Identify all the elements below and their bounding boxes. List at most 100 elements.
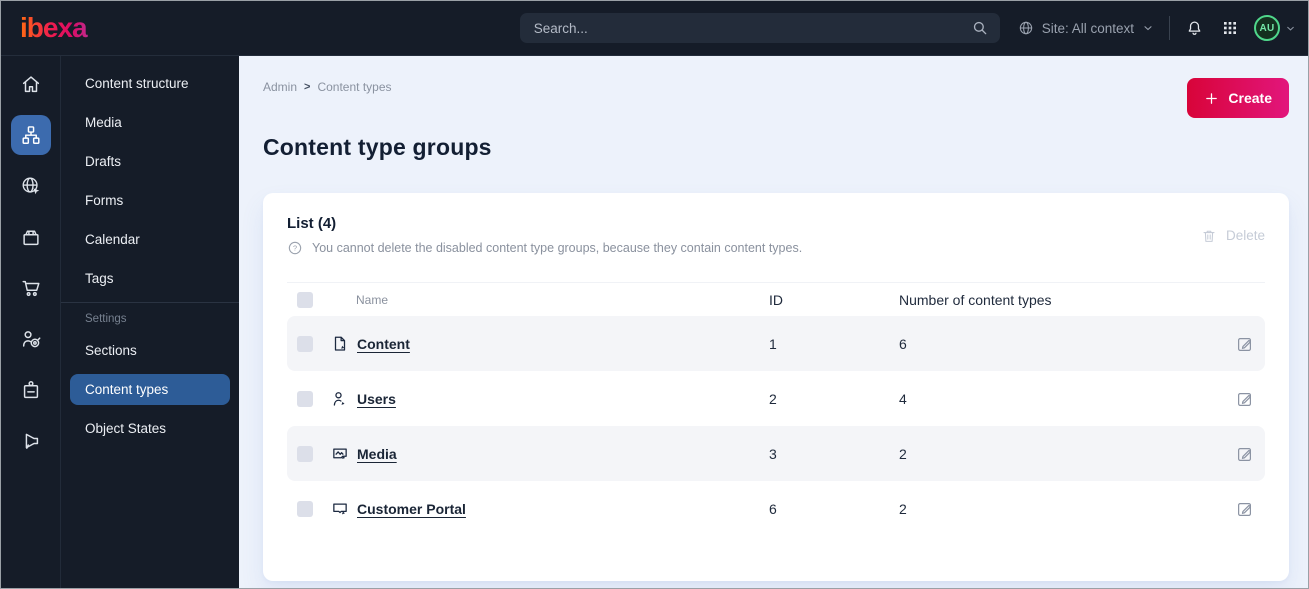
rail-item-product-catalog[interactable] — [11, 217, 51, 257]
notifications-button[interactable] — [1185, 19, 1204, 38]
group-link-content[interactable]: Content — [357, 336, 410, 352]
site-icon — [22, 177, 39, 195]
rail-item-commerce[interactable] — [11, 268, 51, 308]
chevron-down-icon — [1287, 26, 1294, 31]
group-id: 6 — [769, 500, 777, 517]
column-header-id: ID — [769, 291, 783, 308]
avatar[interactable]: AU — [1254, 15, 1280, 41]
sidebar-item-sections[interactable]: Sections — [70, 335, 230, 366]
users-person-icon — [333, 391, 345, 406]
sidebar-item-object-states[interactable]: Object States — [70, 413, 230, 444]
rail-item-corporate[interactable] — [11, 370, 51, 410]
topbar-divider — [1169, 16, 1170, 40]
rail-item-customers[interactable] — [11, 319, 51, 359]
row-checkbox[interactable] — [297, 335, 313, 352]
row-checkbox[interactable] — [297, 445, 313, 462]
breadcrumb-item-content-types: Content types — [317, 80, 392, 94]
column-header-name: Name — [356, 292, 389, 307]
breadcrumb: Admin > Content types — [263, 78, 392, 94]
company-badge-icon — [23, 381, 38, 399]
breadcrumb-item-admin[interactable]: Admin — [263, 80, 297, 94]
row-checkbox[interactable] — [297, 500, 313, 517]
edit-icon — [1238, 447, 1251, 461]
content-structure-icon — [21, 126, 40, 144]
sidebar-item-drafts[interactable]: Drafts — [70, 146, 230, 177]
site-context-label: Site: All context — [1041, 20, 1134, 36]
site-context-selector[interactable]: Site: All context — [1018, 20, 1154, 36]
commerce-cart-icon — [21, 280, 40, 297]
content-type-groups-table: Name ID Number of content types Content … — [287, 282, 1265, 536]
breadcrumb-separator: > — [304, 81, 311, 93]
group-link-users[interactable]: Users — [357, 391, 396, 407]
table-header-row: Name ID Number of content types — [287, 282, 1265, 316]
edit-button[interactable] — [1225, 390, 1265, 408]
group-count: 2 — [899, 500, 907, 517]
select-all-checkbox[interactable] — [297, 291, 313, 308]
user-menu[interactable]: AU — [1254, 15, 1296, 41]
plus-icon — [1206, 92, 1218, 104]
rail-item-home[interactable] — [11, 64, 51, 104]
rail-item-site[interactable] — [11, 166, 51, 206]
list-title: List (4) — [287, 215, 337, 232]
edit-button[interactable] — [1225, 445, 1265, 463]
sidebar-item-tags[interactable]: Tags — [70, 263, 230, 294]
globe-icon — [1019, 21, 1032, 35]
sidebar-item-content-structure[interactable]: Content structure — [70, 68, 230, 99]
settings-section-label: Settings — [85, 313, 127, 325]
info-message: ? You cannot delete the disabled content… — [287, 240, 802, 256]
table-row: Customer Portal 6 2 — [287, 481, 1265, 536]
group-count: 4 — [899, 390, 907, 407]
chevron-down-icon — [1144, 26, 1152, 31]
main-content: Admin > Content types Create Content typ… — [239, 56, 1308, 588]
edit-button[interactable] — [1225, 500, 1265, 518]
help-circle-icon: ? — [288, 241, 302, 255]
topbar-controls: Site: All context AU — [1018, 15, 1296, 41]
create-button[interactable]: Create — [1187, 78, 1289, 118]
search-bar — [519, 13, 1000, 43]
svg-text:ibexa: ibexa — [20, 12, 88, 43]
ibexa-logo[interactable]: ibexa — [19, 10, 241, 46]
bell-icon — [1188, 21, 1201, 35]
trash-icon — [1203, 230, 1215, 242]
sidebar-menu: Content structure Media Drafts Forms Cal… — [61, 56, 239, 588]
content-type-groups-card: List (4) ? You cannot delete the disable… — [263, 193, 1289, 581]
group-link-customer-portal[interactable]: Customer Portal — [357, 501, 466, 517]
group-count: 2 — [899, 445, 907, 462]
topbar: ibexa Site: All context — [1, 1, 1308, 56]
home-icon — [22, 76, 39, 93]
edit-icon — [1238, 502, 1251, 516]
apps-menu-button[interactable] — [1222, 20, 1238, 36]
content-file-icon — [334, 336, 346, 351]
search-icon[interactable] — [971, 19, 989, 37]
rail-item-content[interactable] — [10, 115, 51, 155]
sidebar-item-calendar[interactable]: Calendar — [70, 224, 230, 255]
row-checkbox[interactable] — [297, 390, 313, 407]
edit-icon — [1238, 392, 1251, 406]
group-link-media[interactable]: Media — [357, 446, 397, 462]
campaign-megaphone-icon — [25, 433, 38, 449]
sidebar-item-forms[interactable]: Forms — [70, 185, 230, 216]
icon-rail — [1, 56, 61, 588]
rail-item-campaigns[interactable] — [11, 421, 51, 461]
sidebar-item-content-types[interactable]: Content types — [70, 374, 230, 405]
svg-text:?: ? — [293, 244, 297, 253]
search-input[interactable] — [519, 13, 1000, 43]
table-row: Content 1 6 — [287, 316, 1265, 371]
menu-divider — [61, 302, 239, 303]
customer-segments-icon — [22, 331, 40, 348]
group-id: 2 — [769, 390, 777, 407]
group-id: 1 — [769, 335, 777, 352]
apps-grid-icon — [1224, 22, 1236, 34]
edit-button[interactable] — [1225, 335, 1265, 353]
media-image-icon — [333, 447, 347, 459]
customer-portal-monitor-icon — [333, 502, 347, 514]
column-header-count: Number of content types — [899, 291, 1052, 308]
table-row: Media 3 2 — [287, 426, 1265, 481]
edit-icon — [1238, 337, 1251, 351]
app-window: ibexa Site: All context — [0, 0, 1309, 589]
page-title: Content type groups — [263, 134, 492, 160]
group-count: 6 — [899, 335, 907, 352]
table-row: Users 2 4 — [287, 371, 1265, 426]
sidebar-item-media[interactable]: Media — [70, 107, 230, 138]
delete-button[interactable]: Delete — [1201, 228, 1265, 244]
